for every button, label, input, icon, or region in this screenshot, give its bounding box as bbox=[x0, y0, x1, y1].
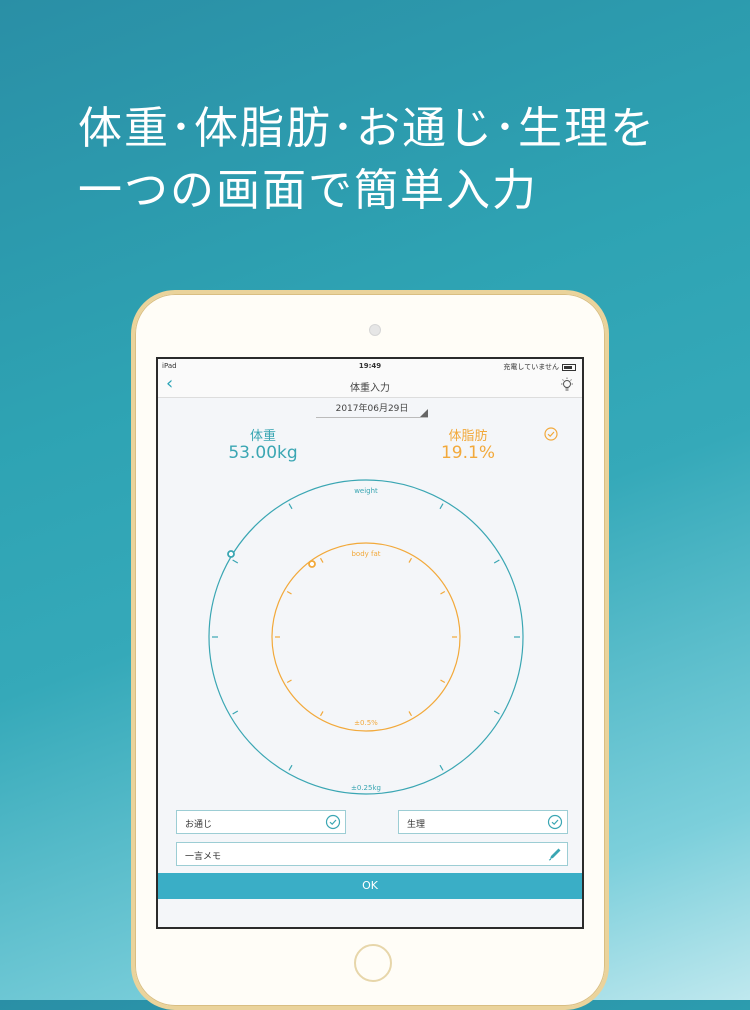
seiri-field[interactable]: 生理 bbox=[398, 810, 568, 834]
dial-tick bbox=[439, 503, 444, 510]
weight-ring bbox=[208, 479, 524, 795]
promo-headline: 体重･体脂肪･お通じ･生理を 一つの画面で簡単入力 bbox=[78, 98, 656, 222]
otsuji-check-icon[interactable] bbox=[325, 814, 341, 830]
charging-text: 充電していません bbox=[503, 363, 559, 371]
status-right: 充電していません bbox=[503, 362, 576, 372]
weight-ring-label: weight bbox=[354, 487, 378, 495]
body-fat-handle[interactable] bbox=[308, 560, 316, 568]
memo-label: 一言メモ bbox=[185, 852, 222, 862]
dial-tick bbox=[408, 557, 413, 563]
body-fat-check-icon[interactable] bbox=[544, 427, 558, 441]
body-fat-label: 体脂肪 bbox=[448, 429, 488, 444]
otsuji-label: お通じ bbox=[185, 820, 213, 830]
date-text: 2017年06月29日 bbox=[335, 404, 409, 414]
ok-button[interactable]: OK bbox=[158, 873, 582, 899]
body-fat-ring-label: body fat bbox=[351, 550, 380, 558]
dial-tick bbox=[440, 590, 446, 595]
dial-tick bbox=[439, 764, 444, 771]
page-title: 体重入力 bbox=[350, 383, 390, 394]
headline-line-2: 一つの画面で簡単入力 bbox=[78, 165, 538, 216]
battery-icon bbox=[562, 363, 576, 371]
weight-handle[interactable] bbox=[227, 550, 235, 558]
memo-field[interactable]: 一言メモ bbox=[176, 842, 568, 866]
nav-bar: ‹ 体重入力 bbox=[158, 373, 582, 398]
dial-tick bbox=[319, 711, 324, 717]
dial-tick bbox=[493, 559, 500, 564]
weight-fat-dial[interactable]: weight ±0.25kg body fat ±0.5% bbox=[206, 477, 526, 797]
seiri-label: 生理 bbox=[407, 820, 426, 830]
date-corner-marker bbox=[420, 409, 428, 417]
ipad-frame: iPad 19:49 充電していません ‹ 体重入力 2017年06月29日 体… bbox=[131, 290, 609, 1010]
body-fat-ticks bbox=[275, 557, 457, 717]
seiri-check-icon[interactable] bbox=[547, 814, 563, 830]
dial-tick bbox=[286, 679, 292, 684]
dial-tick bbox=[288, 503, 293, 510]
date-selector[interactable]: 2017年06月29日 bbox=[316, 401, 428, 418]
otsuji-field[interactable]: お通じ bbox=[176, 810, 346, 834]
pen-icon[interactable] bbox=[547, 846, 563, 862]
home-button[interactable] bbox=[354, 944, 392, 982]
dial-tick bbox=[232, 710, 239, 715]
weight-value: 53.00kg bbox=[228, 443, 298, 463]
body-fat-ring bbox=[271, 542, 461, 732]
app-screen: iPad 19:49 充電していません ‹ 体重入力 2017年06月29日 体… bbox=[156, 357, 584, 929]
dial-tick bbox=[319, 557, 324, 563]
dial-tick bbox=[288, 764, 293, 771]
dial-tick bbox=[232, 559, 239, 564]
body-fat-step-label: ±0.5% bbox=[354, 719, 378, 727]
body-fat-value: 19.1% bbox=[440, 443, 495, 463]
weight-step-label: ±0.25kg bbox=[351, 784, 381, 792]
headline-line-1: 体重･体脂肪･お通じ･生理を bbox=[78, 103, 656, 154]
dial-tick bbox=[286, 590, 292, 595]
weight-label: 体重 bbox=[249, 429, 276, 444]
weight-ticks bbox=[212, 503, 520, 771]
dial-tick bbox=[440, 679, 446, 684]
dial-tick bbox=[408, 711, 413, 717]
lightbulb-icon[interactable] bbox=[560, 377, 574, 393]
dial-tick bbox=[493, 710, 500, 715]
camera-dot bbox=[369, 324, 381, 336]
status-bar: iPad 19:49 充電していません bbox=[158, 359, 582, 373]
